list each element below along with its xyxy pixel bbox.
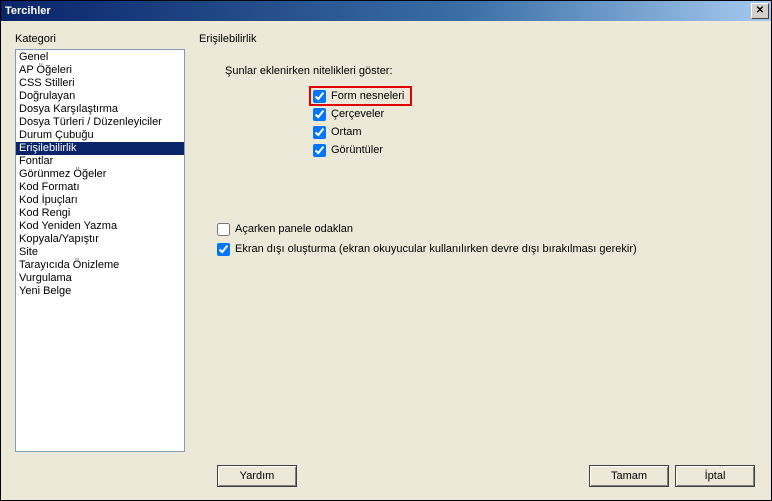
category-label: Kategori xyxy=(15,33,185,45)
list-item[interactable]: Vurgulama xyxy=(16,272,184,285)
list-item[interactable]: Genel xyxy=(16,51,184,64)
list-item[interactable]: AP Öğeleri xyxy=(16,64,184,77)
checkbox-label: Form nesneleri xyxy=(331,90,404,102)
cancel-button[interactable]: İptal xyxy=(675,465,755,487)
checkbox-label: Açarken panele odaklan xyxy=(235,223,353,235)
list-item[interactable]: Kopyala/Yapıştır xyxy=(16,233,184,246)
list-item[interactable]: Erişilebilirlik xyxy=(16,142,184,155)
list-item[interactable]: Tarayıcıda Önizleme xyxy=(16,259,184,272)
settings-panel: Erişilebilirlik Şunlar eklenirken niteli… xyxy=(199,33,757,452)
list-item[interactable]: Dosya Karşılaştırma xyxy=(16,103,184,116)
checkbox[interactable] xyxy=(217,243,230,256)
titlebar: Tercihler ✕ xyxy=(1,1,771,21)
category-listbox[interactable]: GenelAP ÖğeleriCSS StilleriDoğrulayanDos… xyxy=(15,49,185,452)
checkbox-label: Ekran dışı oluşturma (ekran okuyucular k… xyxy=(235,243,637,255)
list-item[interactable]: Kod Rengi xyxy=(16,207,184,220)
checkbox[interactable] xyxy=(313,90,326,103)
checkbox-label: Görüntüler xyxy=(331,144,383,156)
list-item[interactable]: Fontlar xyxy=(16,155,184,168)
button-bar: Yardım Tamam İptal xyxy=(1,458,771,500)
category-panel: Kategori GenelAP ÖğeleriCSS StilleriDoğr… xyxy=(15,33,185,452)
attribute-check-list: Form nesneleri Çerçeveler Ortam Görüntüler xyxy=(225,87,757,159)
list-item[interactable]: Doğrulayan xyxy=(16,90,184,103)
check-row: Görüntüler xyxy=(313,141,757,159)
list-item[interactable]: Kod İpuçları xyxy=(16,194,184,207)
dialog-body: Kategori GenelAP ÖğeleriCSS StilleriDoğr… xyxy=(1,21,771,458)
section-title: Erişilebilirlik xyxy=(199,33,757,45)
checkbox[interactable] xyxy=(217,223,230,236)
check-row: Açarken panele odaklan xyxy=(217,219,757,239)
group-label: Şunlar eklenirken nitelikleri göster: xyxy=(225,65,757,77)
checkbox-label: Ortam xyxy=(331,126,362,138)
list-item[interactable]: Kod Yeniden Yazma xyxy=(16,220,184,233)
check-row: Ortam xyxy=(313,123,757,141)
checkbox[interactable] xyxy=(313,108,326,121)
check-row: Form nesneleri xyxy=(313,87,757,105)
window-title: Tercihler xyxy=(5,5,751,17)
close-icon[interactable]: ✕ xyxy=(751,3,769,19)
preferences-window: Tercihler ✕ Kategori GenelAP ÖğeleriCSS … xyxy=(0,0,772,501)
list-item[interactable]: Dosya Türleri / Düzenleyiciler xyxy=(16,116,184,129)
list-item[interactable]: Site xyxy=(16,246,184,259)
check-row: Ekran dışı oluşturma (ekran okuyucular k… xyxy=(217,239,757,259)
list-item[interactable]: Durum Çubuğu xyxy=(16,129,184,142)
list-item[interactable]: Görünmez Öğeler xyxy=(16,168,184,181)
help-button[interactable]: Yardım xyxy=(217,465,297,487)
list-item[interactable]: CSS Stilleri xyxy=(16,77,184,90)
check-row: Çerçeveler xyxy=(313,105,757,123)
checkbox-label: Çerçeveler xyxy=(331,108,384,120)
ok-button[interactable]: Tamam xyxy=(589,465,669,487)
highlight-box: Form nesneleri xyxy=(309,86,412,106)
lower-check-list: Açarken panele odaklan Ekran dışı oluştur… xyxy=(217,219,757,259)
list-item[interactable]: Kod Formatı xyxy=(16,181,184,194)
list-item[interactable]: Yeni Belge xyxy=(16,285,184,298)
content-area: Şunlar eklenirken nitelikleri göster: Fo… xyxy=(199,65,757,452)
checkbox[interactable] xyxy=(313,144,326,157)
checkbox[interactable] xyxy=(313,126,326,139)
